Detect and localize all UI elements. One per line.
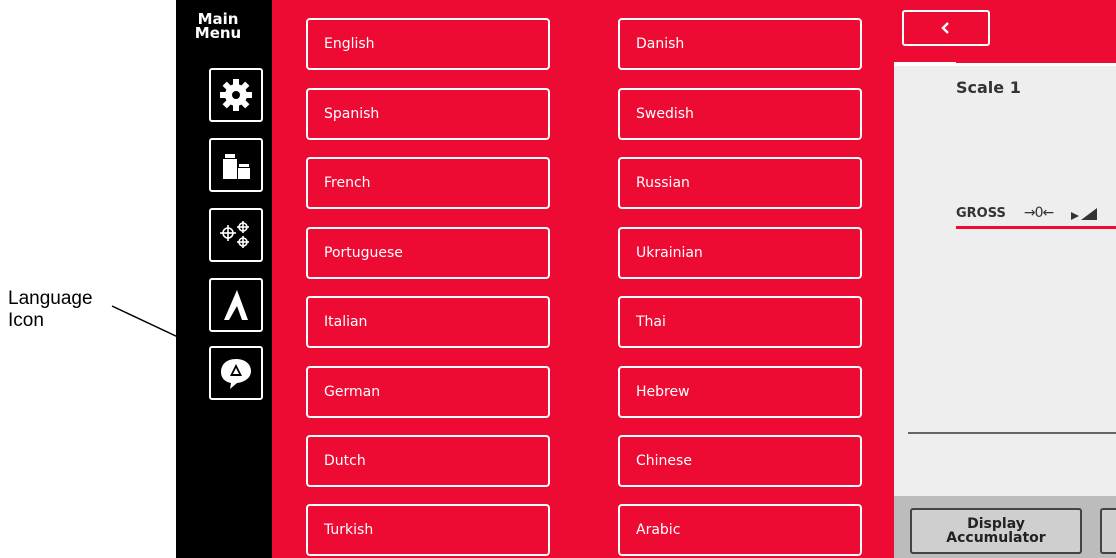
ramp-button[interactable] [209,278,263,332]
language-option-russian[interactable]: Russian [618,157,862,209]
language-option-thai[interactable]: Thai [618,296,862,348]
language-option-english[interactable]: English [306,18,550,70]
language-option-dutch[interactable]: Dutch [306,435,550,487]
language-option-swedish[interactable]: Swedish [618,88,862,140]
language-icon [221,359,251,389]
language-option-ukrainian[interactable]: Ukrainian [618,227,862,279]
callout-line-1: Language [8,288,93,309]
language-option-hebrew[interactable]: Hebrew [618,366,862,418]
scale-label: Scale 1 [956,78,1021,97]
main-menu-title: Main Menu [194,10,242,42]
callout-line-2: Icon [8,310,44,331]
language-selection-panel: English Spanish French Portuguese Italia… [272,0,894,558]
language-option-arabic[interactable]: Arabic [618,504,862,556]
chevron-left-icon [941,22,949,34]
motion-indicator-icon [1071,208,1098,220]
language-option-spanish[interactable]: Spanish [306,88,550,140]
scale-panel: Scale 1 GROSS →0← Display Accumulator [894,0,1116,558]
language-option-italian[interactable]: Italian [306,296,550,348]
language-option-danish[interactable]: Danish [618,18,862,70]
language-option-portuguese[interactable]: Portuguese [306,227,550,279]
language-option-french[interactable]: French [306,157,550,209]
ramp-icon [224,290,248,320]
settings-button[interactable] [209,68,263,122]
language-button[interactable] [209,346,263,400]
weights-icon [223,154,250,179]
display-accumulator-button[interactable]: Display Accumulator [910,508,1082,554]
scale-top-line [956,60,1116,63]
center-of-zero-indicator: →0← [1023,205,1054,221]
scale-bottom-bar: Display Accumulator [894,496,1116,558]
language-option-german[interactable]: German [306,366,550,418]
language-option-turkish[interactable]: Turkish [306,504,550,556]
weight-status-row: GROSS →0← [956,205,1101,221]
weights-button[interactable] [209,138,263,192]
gear-icon [220,79,252,111]
bottom-bar-button[interactable] [1100,508,1116,554]
gross-label: GROSS [956,205,1006,221]
crosshairs-icon [220,221,249,248]
language-option-chinese[interactable]: Chinese [618,435,862,487]
back-button[interactable] [902,10,990,46]
scale-panel-header [894,0,1116,62]
calibration-button[interactable] [209,208,263,262]
scale-divider-line [956,226,1116,229]
language-icon-callout: Language Icon [8,288,93,332]
main-menu-sidebar: Main Menu [176,0,272,558]
scale-gray-line [908,432,1116,434]
